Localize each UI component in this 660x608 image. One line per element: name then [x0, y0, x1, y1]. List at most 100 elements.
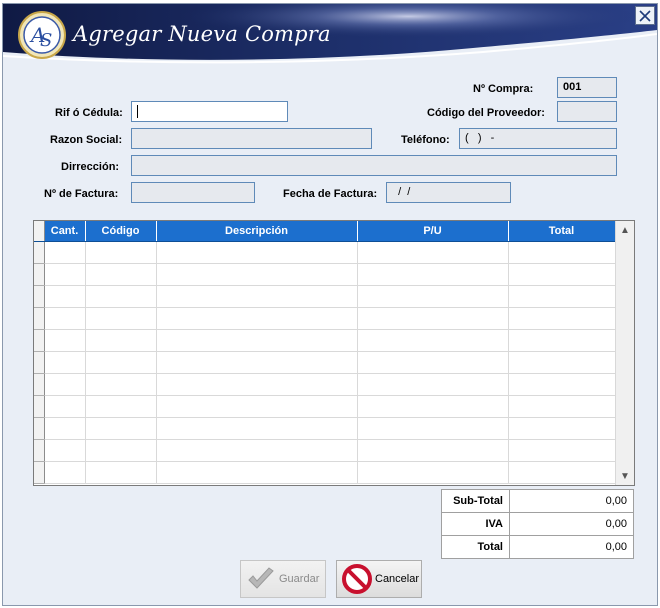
table-cell[interactable] [44, 307, 86, 330]
table-cell[interactable] [508, 307, 616, 330]
row-header[interactable] [34, 263, 45, 286]
productos-grid[interactable]: Cant. Código Descripción P/U Total ▲ ▼ [33, 220, 635, 486]
table-row[interactable] [34, 395, 616, 418]
row-header[interactable] [34, 417, 45, 440]
table-cell[interactable] [85, 307, 157, 330]
row-header[interactable] [34, 351, 45, 374]
close-button[interactable] [635, 6, 655, 25]
table-cell[interactable] [156, 307, 358, 330]
table-cell[interactable] [508, 461, 616, 484]
table-row[interactable] [34, 417, 616, 440]
table-cell[interactable] [85, 241, 157, 264]
direccion-field[interactable] [131, 155, 617, 176]
table-cell[interactable] [357, 461, 509, 484]
table-cell[interactable] [85, 395, 157, 418]
table-row[interactable] [34, 351, 616, 374]
table-cell[interactable] [44, 395, 86, 418]
table-cell[interactable] [44, 461, 86, 484]
table-cell[interactable] [44, 285, 86, 308]
table-cell[interactable] [156, 439, 358, 462]
table-row[interactable] [34, 241, 616, 264]
row-header[interactable] [34, 285, 45, 308]
table-cell[interactable] [44, 241, 86, 264]
table-cell[interactable] [357, 329, 509, 352]
column-header-descripcion[interactable]: Descripción [156, 221, 358, 242]
row-header[interactable] [34, 373, 45, 396]
rif-cedula-input[interactable] [131, 101, 288, 122]
scroll-down-icon[interactable]: ▼ [616, 467, 634, 485]
table-cell[interactable] [85, 461, 157, 484]
table-cell[interactable] [156, 373, 358, 396]
table-cell[interactable] [85, 439, 157, 462]
table-cell[interactable] [508, 285, 616, 308]
row-header[interactable] [34, 241, 45, 264]
table-cell[interactable] [357, 263, 509, 286]
table-cell[interactable] [85, 329, 157, 352]
table-cell[interactable] [508, 329, 616, 352]
n-compra-field[interactable]: 001 [557, 77, 617, 98]
table-cell[interactable] [357, 351, 509, 374]
table-row[interactable] [34, 461, 616, 484]
cancelar-button[interactable]: Cancelar [336, 560, 422, 598]
row-header[interactable] [34, 307, 45, 330]
table-row[interactable] [34, 307, 616, 330]
razon-social-field[interactable] [131, 128, 372, 149]
table-cell[interactable] [85, 417, 157, 440]
row-header[interactable] [34, 439, 45, 462]
table-cell[interactable] [85, 263, 157, 286]
row-header[interactable] [34, 395, 45, 418]
table-cell[interactable] [85, 351, 157, 374]
guardar-button[interactable]: Guardar [240, 560, 326, 598]
fecha-factura-field[interactable]: / / [386, 182, 511, 203]
row-header[interactable] [34, 329, 45, 352]
table-cell[interactable] [44, 373, 86, 396]
column-header-codigo[interactable]: Código [85, 221, 157, 242]
table-cell[interactable] [508, 351, 616, 374]
table-cell[interactable] [508, 373, 616, 396]
table-cell[interactable] [44, 329, 86, 352]
table-cell[interactable] [85, 373, 157, 396]
table-cell[interactable] [508, 241, 616, 264]
table-cell[interactable] [357, 285, 509, 308]
column-header-pu[interactable]: P/U [357, 221, 509, 242]
table-cell[interactable] [357, 241, 509, 264]
cancel-icon [342, 564, 372, 594]
table-cell[interactable] [508, 263, 616, 286]
table-row[interactable] [34, 373, 616, 396]
codigo-proveedor-field[interactable] [557, 101, 617, 122]
n-factura-field[interactable] [131, 182, 255, 203]
column-header-total[interactable]: Total [508, 221, 616, 242]
table-cell[interactable] [44, 263, 86, 286]
column-header-cant[interactable]: Cant. [44, 221, 86, 242]
table-cell[interactable] [44, 417, 86, 440]
telefono-field[interactable]: ( ) - [459, 128, 617, 149]
table-cell[interactable] [156, 351, 358, 374]
table-cell[interactable] [44, 439, 86, 462]
table-row[interactable] [34, 439, 616, 462]
table-cell[interactable] [44, 351, 86, 374]
table-cell[interactable] [156, 263, 358, 286]
table-cell[interactable] [357, 439, 509, 462]
table-cell[interactable] [85, 285, 157, 308]
table-cell[interactable] [357, 417, 509, 440]
table-cell[interactable] [508, 395, 616, 418]
table-cell[interactable] [156, 329, 358, 352]
row-header[interactable] [34, 461, 45, 484]
totals-table: Sub-Total 0,00 IVA 0,00 Total 0,00 [441, 489, 634, 559]
table-row[interactable] [34, 285, 616, 308]
table-row[interactable] [34, 329, 616, 352]
codigo-proveedor-label: Código del Proveedor: [427, 107, 545, 119]
table-cell[interactable] [156, 417, 358, 440]
table-cell[interactable] [508, 417, 616, 440]
scroll-up-icon[interactable]: ▲ [616, 221, 634, 239]
table-cell[interactable] [156, 461, 358, 484]
table-cell[interactable] [156, 241, 358, 264]
table-cell[interactable] [357, 395, 509, 418]
table-cell[interactable] [156, 395, 358, 418]
table-cell[interactable] [357, 373, 509, 396]
table-row[interactable] [34, 263, 616, 286]
vertical-scrollbar[interactable]: ▲ ▼ [615, 221, 634, 485]
table-cell[interactable] [156, 285, 358, 308]
table-cell[interactable] [508, 439, 616, 462]
table-cell[interactable] [357, 307, 509, 330]
